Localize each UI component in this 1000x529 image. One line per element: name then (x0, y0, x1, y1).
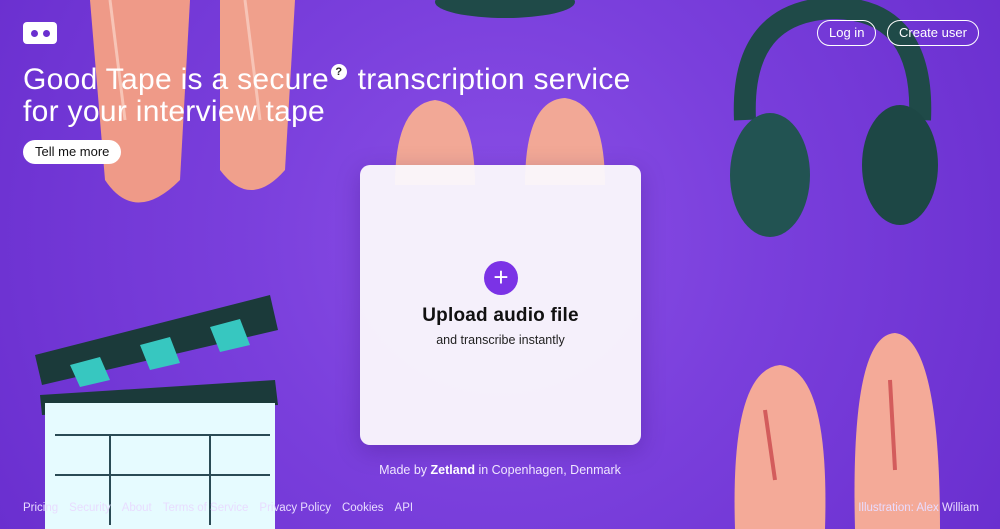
clapperboard-illustration (35, 295, 278, 529)
logo-dot-right (42, 29, 50, 37)
footer-link-about[interactable]: About (122, 502, 152, 514)
footer-link-api[interactable]: API (395, 502, 414, 514)
upload-title: Upload audio file (422, 305, 579, 326)
illustration-credit: Illustration: Alex William (858, 502, 979, 514)
ballet-shoes-bottom-right-illustration (734, 333, 940, 529)
made-by-text: Made by Zetland in Copenhagen, Denmark (0, 463, 1000, 477)
tell-me-more-button[interactable]: Tell me more (23, 140, 122, 164)
hero-headline: Good Tape is a secure? transcription ser… (23, 64, 663, 128)
footer-link-pricing[interactable]: Pricing (23, 502, 58, 514)
footer-link-privacy[interactable]: Privacy Policy (259, 502, 331, 514)
create-user-button[interactable]: Create user (887, 20, 979, 46)
footer-link-terms[interactable]: Terms of Service (163, 502, 249, 514)
headline-part-1: Good Tape is a secure (23, 63, 329, 96)
upload-subtitle: and transcribe instantly (436, 333, 565, 347)
logo-dot-left (30, 29, 38, 37)
footer-link-security[interactable]: Security (69, 502, 111, 514)
made-by-suffix: in Copenhagen, Denmark (474, 463, 621, 477)
headphones-top-center-illustration (435, 0, 575, 18)
footer-nav: Pricing Security About Terms of Service … (23, 502, 413, 514)
login-button[interactable]: Log in (817, 20, 877, 46)
plus-icon[interactable]: + (484, 261, 518, 295)
zetland-link[interactable]: Zetland (431, 463, 475, 477)
footer-link-cookies[interactable]: Cookies (342, 502, 384, 514)
made-by-prefix: Made by (379, 463, 431, 477)
security-info-icon[interactable]: ? (330, 64, 347, 80)
good-tape-logo[interactable] (23, 22, 57, 44)
upload-dropzone[interactable]: + Upload audio file and transcribe insta… (360, 165, 641, 445)
